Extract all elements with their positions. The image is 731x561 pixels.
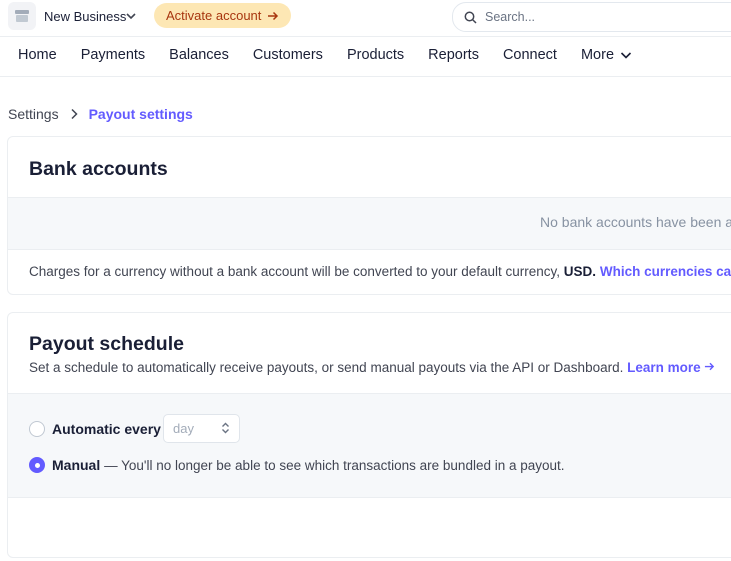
divider [0, 76, 731, 77]
note-text: Charges for a currency without a bank ac… [29, 264, 561, 279]
payout-schedule-title: Payout schedule [29, 333, 184, 355]
nav-more[interactable]: More [581, 47, 632, 63]
interval-select[interactable]: day [163, 414, 240, 443]
learn-more-label: Learn more [627, 360, 701, 375]
arrow-right-icon [705, 362, 715, 371]
manual-label: Manual [52, 457, 101, 473]
arrow-right-icon [268, 11, 279, 20]
activate-account-button[interactable]: Activate account [154, 3, 292, 28]
description-text: Set a schedule to automatically receive … [29, 360, 624, 375]
interval-value: day [173, 421, 194, 436]
store-icon[interactable] [8, 2, 36, 30]
manual-option[interactable]: Manual — You'll no longer be able to see… [52, 457, 565, 473]
nav-payments[interactable]: Payments [81, 47, 145, 63]
nav-home[interactable]: Home [18, 47, 57, 63]
learn-more-link[interactable]: Learn more [627, 360, 715, 375]
nav-reports[interactable]: Reports [428, 47, 479, 63]
breadcrumb: Settings Payout settings [8, 106, 193, 122]
currency-note: Charges for a currency without a bank ac… [29, 264, 731, 279]
chevron-right-icon [71, 108, 78, 120]
bank-accounts-title: Bank accounts [29, 158, 168, 180]
select-chevrons-icon [222, 422, 229, 434]
search-input[interactable] [483, 9, 717, 25]
chevron-down-icon[interactable] [125, 10, 137, 22]
nav-customers[interactable]: Customers [253, 47, 323, 63]
default-currency: USD. [563, 264, 597, 279]
automatic-label[interactable]: Automatic every [52, 421, 161, 437]
search-icon [464, 11, 477, 24]
chevron-down-icon [620, 52, 632, 59]
payout-schedule-description: Set a schedule to automatically receive … [29, 360, 715, 375]
currencies-link[interactable]: Which currencies can I use? [600, 264, 731, 279]
nav-products[interactable]: Products [347, 47, 404, 63]
business-name[interactable]: New Business [44, 9, 126, 24]
manual-description: — You'll no longer be able to see which … [104, 458, 565, 473]
main-nav: Home Payments Balances Customers Product… [18, 47, 656, 63]
payout-schedule-card: Payout schedule Set a schedule to automa… [7, 312, 731, 558]
divider [0, 36, 731, 37]
bank-accounts-card: Bank accounts No bank accounts have been… [7, 136, 731, 295]
breadcrumb-current: Payout settings [88, 106, 193, 122]
top-bar: New Business Activate account [0, 0, 731, 36]
radio-manual[interactable] [29, 457, 45, 473]
nav-more-label: More [580, 47, 615, 63]
search-box[interactable] [452, 2, 731, 32]
radio-automatic[interactable] [29, 421, 45, 437]
empty-state: No bank accounts have been added [8, 197, 731, 250]
empty-text: No bank accounts have been added [540, 214, 731, 230]
breadcrumb-settings[interactable]: Settings [8, 106, 59, 122]
nav-connect[interactable]: Connect [503, 47, 557, 63]
schedule-options: Automatic every day Manual — You'll no l… [8, 393, 731, 498]
nav-balances[interactable]: Balances [169, 47, 229, 63]
activate-label: Activate account [166, 8, 262, 23]
